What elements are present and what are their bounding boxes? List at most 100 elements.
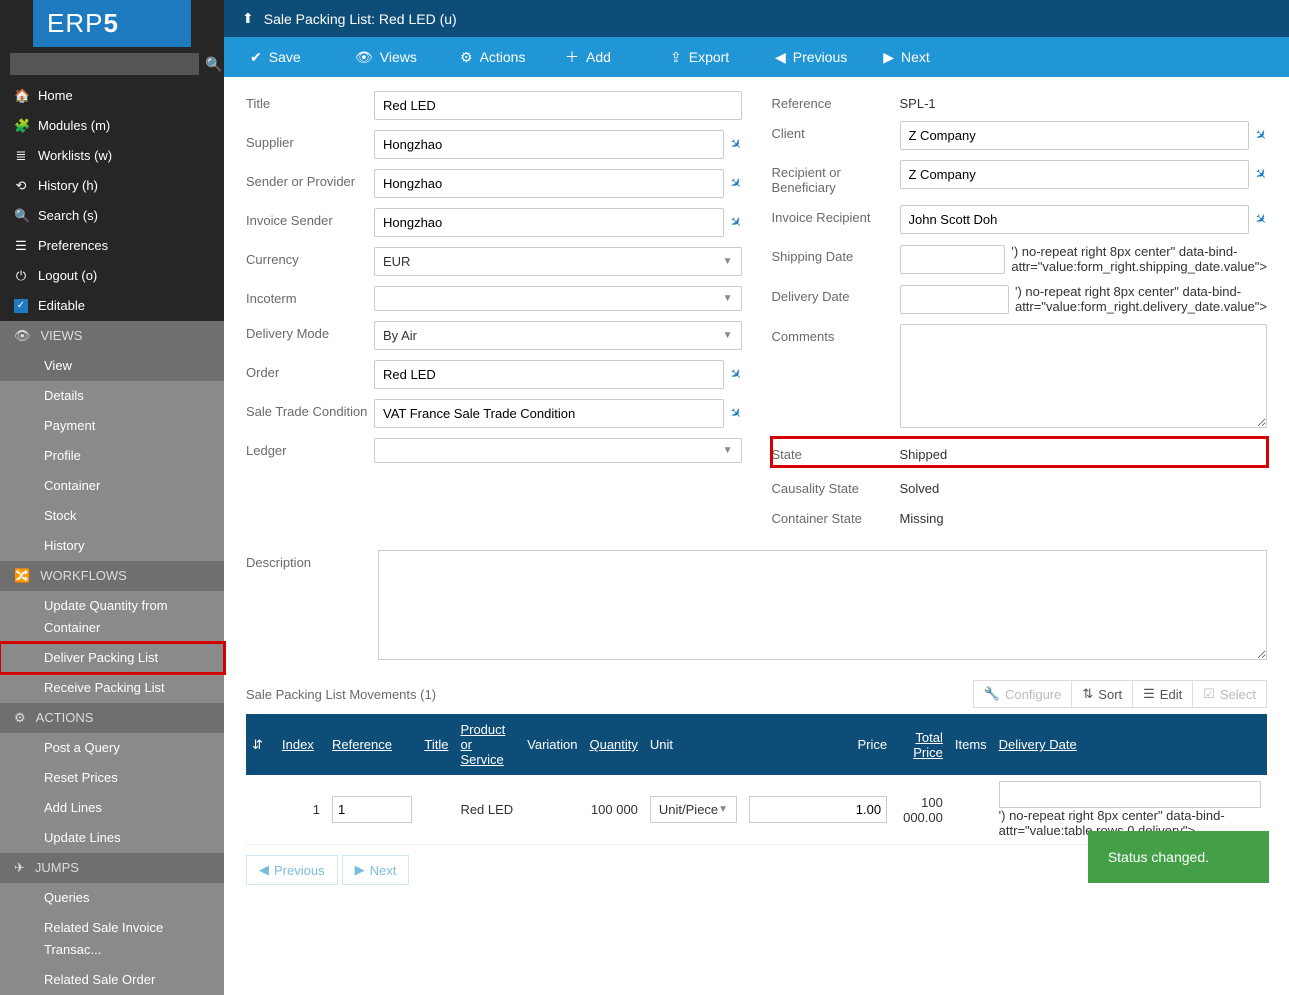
delivery-date-label: Delivery Date	[772, 284, 900, 304]
view-history[interactable]: History	[0, 531, 224, 561]
comments-textarea[interactable]	[900, 324, 1268, 428]
next-button[interactable]: ▶Next	[865, 37, 970, 77]
add-button[interactable]: ＋Add	[547, 37, 652, 77]
wf-receive-packing-list[interactable]: Receive Packing List	[0, 673, 224, 703]
state-value: Shipped	[900, 442, 1268, 462]
view-container[interactable]: Container	[0, 471, 224, 501]
plane-icon[interactable]: ✈	[725, 403, 745, 423]
order-input[interactable]	[374, 360, 724, 389]
editable-checkbox[interactable]: ✓	[14, 299, 28, 313]
wf-update-quantity[interactable]: Update Quantity from Container	[0, 591, 224, 643]
up-icon[interactable]: ⬆	[242, 10, 254, 27]
th-product[interactable]: Product or Service	[454, 714, 521, 775]
chevron-left-icon: ◀	[775, 49, 786, 66]
sort-button[interactable]: ⇅Sort	[1071, 680, 1133, 708]
pager-prev[interactable]: ◀Previous	[246, 855, 338, 885]
nav-home[interactable]: 🏠Home	[0, 81, 224, 111]
actions-button[interactable]: ⚙Actions	[442, 37, 547, 77]
view-payment[interactable]: Payment	[0, 411, 224, 441]
delivery-date-input[interactable]	[900, 285, 1009, 314]
cell-items	[949, 775, 993, 845]
plane-icon[interactable]: ✈	[1251, 125, 1271, 145]
sidebar-search-input[interactable]	[10, 53, 199, 75]
plane-icon[interactable]: ✈	[725, 173, 745, 193]
title-input[interactable]	[374, 91, 742, 120]
nav-worklists[interactable]: ≣Worklists (w)	[0, 141, 224, 171]
modules-icon: 🧩	[14, 115, 28, 137]
th-price[interactable]: Price	[743, 714, 893, 775]
th-quantity[interactable]: Quantity	[583, 714, 643, 775]
trade-cond-input[interactable]	[374, 399, 724, 428]
cell-variation	[521, 775, 583, 845]
incoterm-label: Incoterm	[246, 286, 374, 306]
th-total[interactable]: Total Price	[893, 714, 949, 775]
act-reset-prices[interactable]: Reset Prices	[0, 763, 224, 793]
view-view[interactable]: View	[0, 351, 224, 381]
description-textarea[interactable]	[378, 550, 1267, 660]
plane-icon[interactable]: ✈	[725, 134, 745, 154]
logo[interactable]: ERP5	[33, 0, 191, 47]
wf-deliver-packing-list[interactable]: Deliver Packing List	[0, 643, 224, 673]
act-post-query[interactable]: Post a Query	[0, 733, 224, 763]
plane-icon[interactable]: ✈	[1251, 164, 1271, 184]
plane-icon[interactable]: ✈	[1251, 209, 1271, 229]
incoterm-select[interactable]: ▼	[374, 286, 742, 311]
section-jumps: ✈JUMPS	[0, 853, 224, 883]
ledger-select[interactable]: ▼	[374, 438, 742, 463]
view-details[interactable]: Details	[0, 381, 224, 411]
ledger-label: Ledger	[246, 438, 374, 458]
supplier-label: Supplier	[246, 130, 374, 150]
view-profile[interactable]: Profile	[0, 441, 224, 471]
th-unit[interactable]: Unit	[644, 714, 743, 775]
comments-label: Comments	[772, 324, 900, 344]
export-button[interactable]: ⇪Export	[652, 37, 757, 77]
invoice-sender-input[interactable]	[374, 208, 724, 237]
wrench-icon: 🔧	[984, 686, 1000, 702]
act-update-lines[interactable]: Update Lines	[0, 823, 224, 853]
nav-logout[interactable]: ⏻Logout (o)	[0, 261, 224, 291]
th-title[interactable]: Title	[418, 714, 454, 775]
configure-button[interactable]: 🔧Configure	[973, 680, 1073, 708]
cell-product: Red LED	[454, 775, 521, 845]
pager-next[interactable]: ▶Next	[342, 855, 410, 885]
client-input[interactable]	[900, 121, 1250, 150]
act-add-lines[interactable]: Add Lines	[0, 793, 224, 823]
recipient-input[interactable]	[900, 160, 1250, 189]
cell-unit-select[interactable]: Unit/Piece▼	[650, 796, 737, 823]
nav-history[interactable]: ⟲History (h)	[0, 171, 224, 201]
shipping-date-input[interactable]	[900, 245, 1006, 274]
th-variation[interactable]: Variation	[521, 714, 583, 775]
nav-preferences[interactable]: ☰Preferences	[0, 231, 224, 261]
sender-input[interactable]	[374, 169, 724, 198]
select-button[interactable]: ☑Select	[1192, 680, 1267, 708]
supplier-input[interactable]	[374, 130, 724, 159]
delivery-mode-select[interactable]: By Air▼	[374, 321, 742, 350]
save-button[interactable]: ✔Save	[232, 37, 337, 77]
status-toast: Status changed.	[1088, 831, 1269, 883]
currency-select[interactable]: EUR▼	[374, 247, 742, 276]
th-items[interactable]: Items	[949, 714, 993, 775]
nav-modules[interactable]: 🧩Modules (m)	[0, 111, 224, 141]
previous-button[interactable]: ◀Previous	[757, 37, 865, 77]
search-icon[interactable]: 🔍	[205, 56, 222, 73]
invoice-recipient-input[interactable]	[900, 205, 1250, 234]
nav-editable[interactable]: ✓Editable	[0, 291, 224, 321]
cell-reference-input[interactable]	[332, 796, 412, 823]
th-delivery[interactable]: Delivery Date	[993, 714, 1267, 775]
edit-button[interactable]: ☰Edit	[1132, 680, 1193, 708]
th-reference[interactable]: Reference	[326, 714, 418, 775]
gears-icon: ⚙	[460, 49, 473, 66]
plane-icon[interactable]: ✈	[725, 212, 745, 232]
jump-related-sale-order[interactable]: Related Sale Order	[0, 965, 224, 995]
jump-queries[interactable]: Queries	[0, 883, 224, 913]
cell-delivery-input[interactable]	[999, 781, 1261, 808]
breadcrumb-text[interactable]: Sale Packing List: Red LED (u)	[264, 11, 457, 27]
views-button[interactable]: 👁Views	[337, 37, 442, 77]
nav-search[interactable]: 🔍Search (s)	[0, 201, 224, 231]
cell-price-input[interactable]	[749, 796, 887, 823]
view-stock[interactable]: Stock	[0, 501, 224, 531]
jump-related-invoice[interactable]: Related Sale Invoice Transac...	[0, 913, 224, 965]
plane-icon[interactable]: ✈	[725, 364, 745, 384]
sort-column-icon[interactable]: ⇵	[252, 737, 263, 752]
th-index[interactable]: Index	[276, 714, 326, 775]
